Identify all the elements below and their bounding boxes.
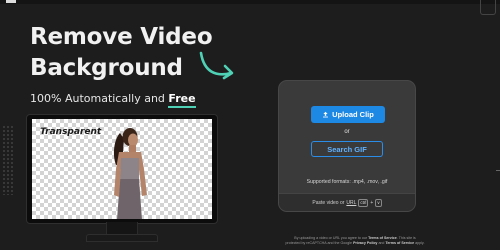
divider	[496, 170, 500, 171]
legal-text: protected by reCAPTCHA and the Google	[285, 241, 353, 245]
or-separator: or	[344, 129, 350, 135]
title-line-1: Remove Video	[30, 24, 213, 50]
terms-link-2[interactable]: Terms of Service	[385, 241, 414, 245]
legal-text: . This site is	[396, 236, 416, 240]
subtitle: 100% Automatically and Free	[30, 92, 196, 108]
paste-url-bar[interactable]: Paste video or URL ctrl + v	[279, 193, 415, 211]
upload-icon	[323, 111, 329, 118]
title-line-2: Background	[30, 55, 183, 81]
menu-button[interactable]	[480, 0, 496, 15]
monitor-stand-base	[86, 234, 158, 242]
supported-formats-text: Supported formats: .mp4, .mov, .gif	[306, 179, 388, 185]
top-nav-bar	[0, 0, 500, 15]
person-cutout-image	[113, 128, 147, 219]
legal-text: apply.	[415, 241, 425, 245]
transparent-preview-screen: Transparent	[32, 119, 212, 219]
privacy-policy-link[interactable]: Privacy Policy	[353, 241, 377, 245]
logo[interactable]	[6, 0, 16, 3]
plus-sign: +	[370, 200, 374, 206]
curved-arrow-icon	[199, 51, 234, 80]
upload-clip-label: Upload Clip	[332, 110, 374, 119]
upload-clip-button[interactable]: Upload Clip	[311, 106, 385, 123]
terms-link[interactable]: Terms of Service	[368, 236, 397, 240]
legal-text: and	[378, 241, 385, 245]
subtitle-text: 100% Automatically and	[30, 92, 169, 105]
dot-pattern-decoration	[2, 125, 14, 195]
legal-text: By uploading a video or URL you agree to…	[294, 236, 368, 240]
legal-notice: By uploading a video or URL you agree to…	[270, 236, 440, 246]
search-gif-button[interactable]: Search GIF	[311, 141, 383, 157]
upload-card: Upload Clip or Search GIF Supported form…	[278, 80, 416, 212]
v-key: v	[375, 199, 382, 207]
monitor-stand	[106, 222, 138, 234]
paste-url-link[interactable]: URL	[346, 200, 356, 206]
preview-monitor: Transparent	[26, 114, 218, 224]
ctrl-key: ctrl	[358, 199, 369, 207]
upload-drop-zone[interactable]: Upload Clip or Search GIF Supported form…	[279, 81, 415, 193]
free-highlight: Free	[168, 92, 196, 108]
paste-text: Paste video or	[312, 200, 345, 206]
